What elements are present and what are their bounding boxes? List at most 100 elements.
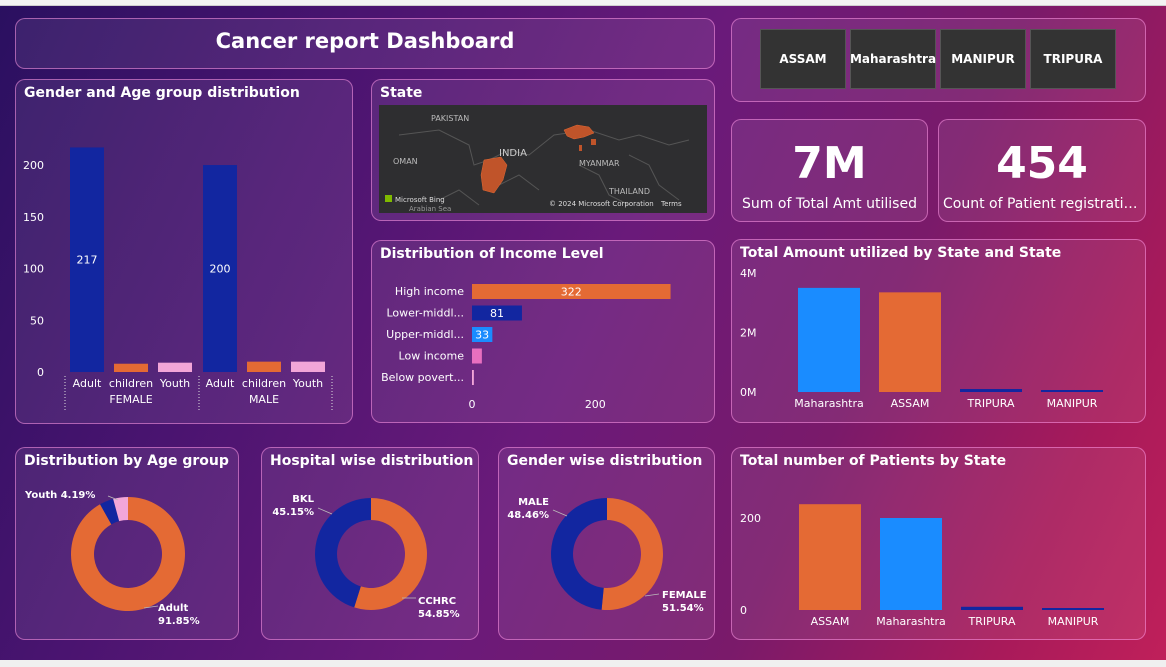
x-tick-label: Youth [159,377,190,390]
map-label: INDIA [499,148,527,159]
amount-state-panel[interactable]: Total Amount utilized by State and State… [731,239,1146,423]
bar-manipur[interactable] [1042,608,1104,610]
data-label: 81 [490,307,504,320]
map-bing-label: Microsoft Bing [395,196,445,204]
bar-income-4[interactable] [472,370,474,385]
map-label: Arabian Sea [409,205,451,213]
bar-income-3[interactable] [472,348,482,364]
map-region-maharashtra[interactable] [480,156,508,194]
bar-assam[interactable] [799,504,861,610]
x-tick-label: Maharashtra [794,397,864,410]
gender-donut[interactable]: MALE 48.46% FEMALE 51.54% [499,448,716,641]
slice-label: CCHRC [418,596,456,607]
status-strip [0,660,1166,667]
map-region-tripura[interactable] [579,145,582,151]
patients-state-chart[interactable]: 0 200 ASSAM Maharashtra TRIPURA MANIPUR [732,448,1147,641]
kpi-value: 7M [792,138,867,189]
slice-label: BKL [292,494,314,505]
leader-line [317,507,333,515]
leader-line [644,593,660,597]
bar-male-children[interactable] [247,361,281,372]
slice-female[interactable] [601,498,663,610]
age-group-donut[interactable]: Youth 4.19% Adult 91.85% [16,448,240,641]
bar-female-youth[interactable] [158,362,192,372]
y-tick-label: 0 [740,604,747,617]
kpi-label: Sum of Total Amt utilised [742,196,917,212]
kpi-card-patients[interactable]: 454 Count of Patient registratio... [938,119,1146,222]
state-slicer: ASSAM Maharashtra MANIPUR TRIPURA [731,18,1146,102]
page-title: Cancer report Dashboard [215,29,515,53]
gender-panel[interactable]: Gender wise distribution MALE 48.46% FEMAL… [498,447,715,640]
bar-tripura[interactable] [960,389,1022,392]
bar-maharashtra[interactable] [798,287,860,392]
y-tick-label: Upper-middl... [386,328,464,341]
map-region-assam[interactable] [563,124,595,140]
x-tick-label: Adult [73,377,102,390]
bar-female-children[interactable] [114,363,148,372]
gender-age-panel[interactable]: Gender and Age group distribution 0 50 100… [15,79,353,424]
slice-label: Youth 4.19% [24,490,95,501]
kpi-label: Count of Patient registratio... [943,196,1141,212]
y-tick-label: Below povert... [381,371,464,384]
kpi-value: 454 [996,138,1088,189]
panel-title: State [380,85,423,101]
data-label: 217 [77,254,98,267]
bar-tripura[interactable] [961,606,1023,610]
bar-manipur[interactable] [1041,390,1103,392]
x-tick-label: 0 [469,398,476,411]
slicer-button-maharashtra[interactable]: Maharashtra [850,29,936,89]
y-tick-label: High income [395,285,464,298]
map-terms-link[interactable]: Terms [660,200,682,208]
map-copyright: © 2024 Microsoft Corporation [549,200,654,208]
y-tick-label: 4M [740,267,757,280]
x-tick-label: TRIPURA [966,397,1014,410]
x-tick-label: Youth [292,377,323,390]
slice-pct: 48.46% [507,510,549,521]
hospital-donut[interactable]: BKL 45.15% CCHRC 54.85% [262,448,480,641]
bar-maharashtra[interactable] [880,518,942,610]
x-tick-label: Maharashtra [876,615,946,628]
y-tick-label: 150 [23,211,44,224]
y-tick-label: 200 [740,512,761,525]
data-label: 322 [561,286,582,299]
patients-state-panel[interactable]: Total number of Patients by State 0 200 AS… [731,447,1146,640]
slice-male[interactable] [550,498,607,610]
income-chart[interactable]: High income 322 Lower-middl... 81 Upper-midd… [372,241,716,424]
slicer-button-tripura[interactable]: TRIPURA [1030,29,1116,89]
bar-male-youth[interactable] [291,361,325,372]
group-label: FEMALE [109,393,152,406]
kpi-card-amount[interactable]: 7M Sum of Total Amt utilised [731,119,928,222]
income-panel[interactable]: Distribution of Income Level High income… [371,240,715,423]
y-tick-label: 0M [740,386,757,399]
x-tick-label: ASSAM [891,397,930,410]
y-tick-label: 2M [740,327,757,340]
gender-age-chart[interactable]: 0 50 100 150 200 Adult 217 children Youth FEMALE A… [16,80,354,425]
state-map[interactable]: PAKISTAN INDIA MYANMAR OMAN THAILAND Ara… [379,105,707,213]
map-region-manipur[interactable] [591,139,596,145]
leader-line [552,509,568,517]
x-tick-label: 200 [585,398,606,411]
slicer-button-manipur[interactable]: MANIPUR [940,29,1026,89]
amount-state-chart[interactable]: 0M 2M 4M Maharashtra ASSAM TRIPURA MANIPUR [732,240,1147,424]
map-label: OMAN [393,157,418,166]
x-tick-label: children [242,377,286,390]
y-tick-label: Lower-middl... [387,307,465,320]
ribbon-strip [0,0,1166,6]
age-group-panel[interactable]: Distribution by Age group Youth 4.19% Adu… [15,447,239,640]
x-tick-label: children [109,377,153,390]
bar-assam[interactable] [879,292,941,392]
data-label: 200 [210,263,231,276]
slice-pct: 51.54% [662,603,704,614]
x-tick-label: ASSAM [811,615,850,628]
y-tick-label: 200 [23,159,44,172]
state-map-panel[interactable]: State PAKISTAN INDIA MYANMAR OMAN THAILA… [371,79,715,221]
x-tick-label: Adult [206,377,235,390]
slicer-button-assam[interactable]: ASSAM [760,29,846,89]
slice-pct: 54.85% [418,609,460,620]
x-tick-label: TRIPURA [967,615,1015,628]
data-label: 33 [475,329,489,342]
x-tick-label: MANIPUR [1048,615,1099,628]
y-tick-label: Low income [399,350,465,363]
hospital-panel[interactable]: Hospital wise distribution BKL 45.15% CCHR… [261,447,479,640]
slice-label: Adult [158,603,188,614]
